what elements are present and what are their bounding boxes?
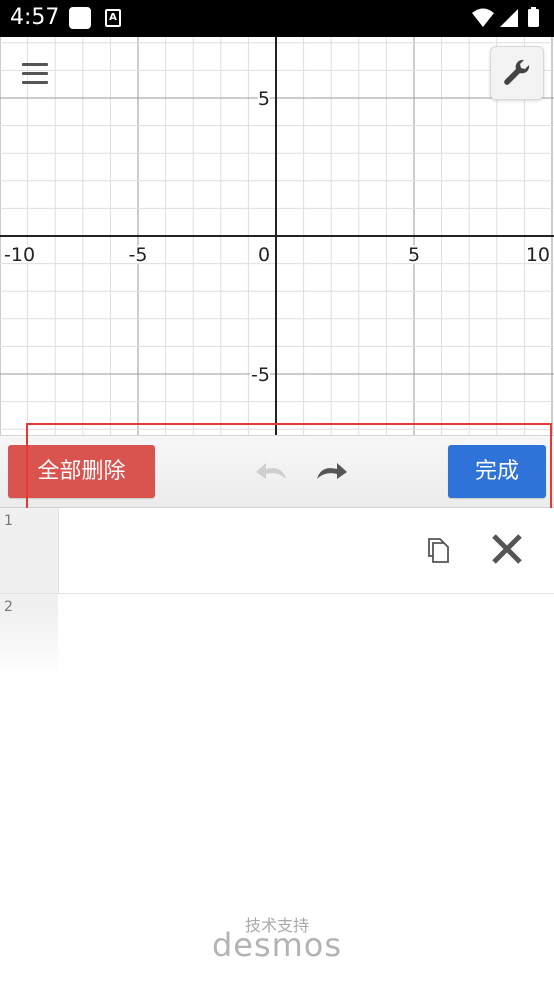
status-time: 4:57 <box>10 5 60 30</box>
x-tick-label: -5 <box>129 244 148 266</box>
expression-input[interactable] <box>58 508 554 593</box>
x-tick-label: 5 <box>408 244 420 266</box>
delete-all-button[interactable]: 全部删除 <box>8 445 155 498</box>
expression-input[interactable] <box>58 594 554 680</box>
status-bar: 4:57 A <box>0 0 554 37</box>
expression-index: 2 <box>4 599 13 615</box>
hamburger-icon-bar <box>22 81 48 84</box>
x-tick-label: 0 <box>258 244 270 266</box>
wrench-icon <box>504 59 530 85</box>
delete-expression-button[interactable] <box>490 532 524 566</box>
wifi-icon <box>472 8 494 27</box>
status-right-icons <box>472 7 539 27</box>
x-tick-label: -10 <box>4 244 35 266</box>
notification-square-icon <box>69 7 91 29</box>
x-tick-label: 10 <box>526 244 550 266</box>
graph-settings-button[interactable] <box>490 46 544 100</box>
battery-icon <box>528 9 539 27</box>
y-tick-label: -5 <box>251 364 270 386</box>
signal-icon <box>500 9 518 27</box>
duplicate-expression-button[interactable] <box>420 532 454 566</box>
expression-toolbar: 全部删除 完成 <box>0 435 554 508</box>
done-button[interactable]: 完成 <box>448 445 546 498</box>
expression-row[interactable]: 2 <box>0 594 554 680</box>
undo-icon <box>256 463 286 479</box>
expression-index: 1 <box>4 513 13 529</box>
a-badge-icon: A <box>105 9 121 27</box>
duplicate-icon <box>428 538 449 563</box>
redo-button[interactable] <box>311 455 351 489</box>
graph-canvas[interactable]: -10 -5 0 5 10 5 -5 <box>0 37 554 435</box>
app-root: 4:57 A -10 -5 0 5 10 5 -5 全部删除 完成 1 2 技术… <box>0 0 554 984</box>
undo-button[interactable] <box>252 455 292 489</box>
menu-button[interactable] <box>18 59 54 89</box>
graph-grid: -10 -5 0 5 10 5 -5 <box>0 37 554 435</box>
hamburger-icon-bar <box>22 72 48 75</box>
expression-row[interactable]: 1 <box>0 508 554 594</box>
hamburger-icon <box>22 63 48 66</box>
y-tick-label: 5 <box>258 88 270 110</box>
close-icon <box>492 534 522 564</box>
desmos-logo: desmos <box>211 926 343 964</box>
redo-icon <box>317 463 347 479</box>
